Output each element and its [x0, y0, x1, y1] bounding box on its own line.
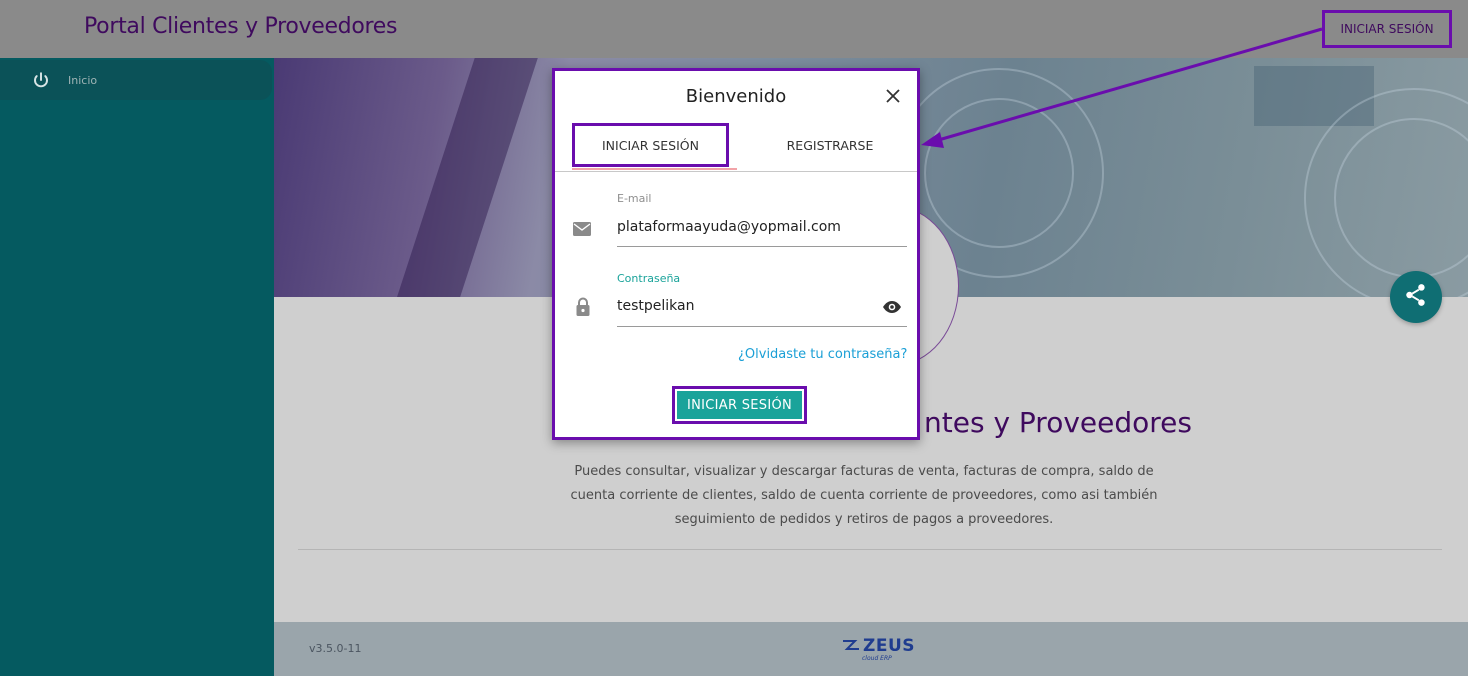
top-bar: Portal Clientes y Proveedores INICIAR SE…: [0, 0, 1468, 58]
hero-decoration: [382, 58, 546, 297]
page-headline: ntes y Proveedores: [924, 406, 1192, 439]
tab-register[interactable]: REGISTRARSE: [750, 123, 910, 167]
email-field[interactable]: plataformaayuda@yopmail.com: [617, 219, 841, 235]
tab-login[interactable]: INICIAR SESIÓN: [572, 123, 729, 167]
app-title: Portal Clientes y Proveedores: [84, 14, 398, 39]
email-label: E-mail: [617, 192, 652, 205]
tab-bar-divider: [555, 171, 917, 172]
zeus-logo-subtext: cloud ERP: [862, 655, 892, 662]
lock-icon: [575, 297, 591, 321]
dialog-title: Bienvenido: [685, 86, 787, 107]
password-field[interactable]: testpelikan: [617, 298, 694, 314]
login-dialog: Bienvenido INICIAR SESIÓN REGISTRARSE E-…: [552, 68, 920, 440]
mail-icon: [572, 221, 592, 241]
email-underline: [617, 246, 907, 247]
submit-highlight: INICIAR SESIÓN: [672, 386, 807, 424]
sidebar-item-inicio[interactable]: Inicio: [0, 60, 272, 100]
password-underline: [617, 326, 907, 327]
footer: v3.5.0-11 ZEUS cloud ERP: [274, 622, 1468, 676]
close-icon[interactable]: [885, 87, 901, 109]
sidebar: Inicio: [0, 58, 274, 676]
share-icon: [1403, 282, 1429, 312]
password-label: Contraseña: [617, 272, 681, 285]
zeus-logo-icon: [842, 637, 860, 656]
login-top-button[interactable]: INICIAR SESIÓN: [1322, 10, 1452, 48]
zeus-logo-text: ZEUS: [863, 636, 915, 656]
login-submit-button[interactable]: INICIAR SESIÓN: [677, 391, 802, 419]
power-icon: [31, 70, 51, 90]
divider: [298, 549, 1442, 550]
active-tab-indicator: [572, 168, 737, 170]
version-label: v3.5.0-11: [309, 642, 362, 655]
eye-icon[interactable]: [882, 299, 902, 318]
zeus-logo: ZEUS cloud ERP: [842, 636, 915, 662]
sidebar-item-label: Inicio: [68, 73, 98, 87]
forgot-password-link[interactable]: ¿Olvidaste tu contraseña?: [738, 347, 907, 362]
page-description: Puedes consultar, visualizar y descargar…: [570, 464, 1158, 527]
share-button[interactable]: [1390, 271, 1442, 323]
